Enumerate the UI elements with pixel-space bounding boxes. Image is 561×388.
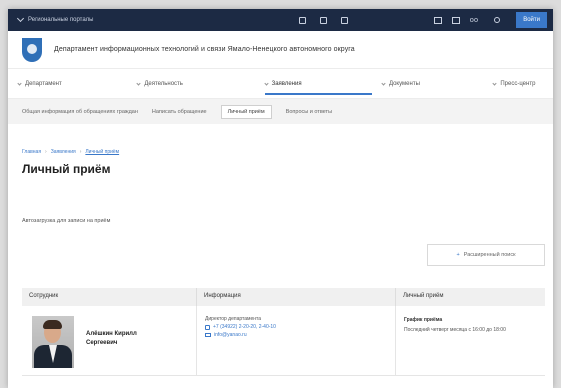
nav-label: Документы <box>388 80 420 87</box>
reception-title: График приёма <box>404 317 443 323</box>
nav-item-applications[interactable]: Заявления <box>263 69 373 99</box>
advanced-search-label: Расширенный поиск <box>463 252 516 258</box>
nav-label: Заявления <box>271 80 302 87</box>
nav-label: Деятельность <box>144 80 183 87</box>
employee-name-line: Сергеевич <box>86 340 118 346</box>
staff-table: Сотрудник Информация Личный приём Алёшки… <box>22 288 545 376</box>
phone-text: +7 (34922) 2-20-20, 2-40-10 <box>213 324 276 330</box>
chevron-down-icon <box>381 81 386 86</box>
chevron-down-icon <box>16 14 25 23</box>
info-cell: Директор департамента +7 (34922) 2-20-20… <box>197 306 396 375</box>
subnav-item-faq[interactable]: Вопросы и ответы <box>286 109 332 115</box>
chevron-down-icon <box>492 81 497 86</box>
search-button[interactable] <box>488 12 506 28</box>
subnav-item-personal-reception[interactable]: Личный приём <box>220 104 272 119</box>
department-title[interactable]: Департамент информационных технологий и … <box>54 46 355 53</box>
column-header-info: Информация <box>197 288 396 306</box>
site-header: Департамент информационных технологий и … <box>8 31 553 69</box>
employee-name[interactable]: Алёшкин Кирилл Сергеевич <box>86 330 137 348</box>
photo-hair <box>43 320 62 329</box>
table-header: Сотрудник Информация Личный приём <box>22 288 545 306</box>
breadcrumb-home[interactable]: Главная <box>22 149 41 155</box>
top-bar: Региональные порталы oo Войти <box>8 9 553 31</box>
chevron-down-icon <box>17 81 22 86</box>
advanced-search-button[interactable]: + Расширенный поиск <box>427 244 545 266</box>
login-button[interactable]: Войти <box>516 12 547 28</box>
reception-schedule: Последний четверг месяца с 16:00 до 18:0… <box>404 327 506 333</box>
breadcrumb: Главная › Заявления › Личный приём <box>22 149 119 155</box>
breadcrumb-separator: › <box>45 149 47 155</box>
nav-item-department[interactable]: Департамент <box>17 69 137 99</box>
subnav-item-general-info[interactable]: Общая информация об обращениях граждан <box>22 109 138 115</box>
nav-item-press-center[interactable]: Пресс-центр <box>492 69 553 99</box>
table-row: Алёшкин Кирилл Сергеевич Директор департ… <box>22 306 545 376</box>
ok-icon[interactable] <box>320 16 328 24</box>
breadcrumb-separator: › <box>79 149 82 155</box>
top-bar-actions: oo Войти <box>433 12 547 28</box>
plus-icon: + <box>456 252 460 258</box>
vk-icon[interactable] <box>299 16 307 24</box>
employee-cell: Алёшкин Кирилл Сергеевич <box>22 306 197 375</box>
calendar-icon[interactable] <box>451 16 460 24</box>
accessibility-icon[interactable]: oo <box>470 16 479 24</box>
search-icon <box>494 17 501 23</box>
employee-phone[interactable]: +7 (34922) 2-20-20, 2-40-10 <box>205 323 387 331</box>
region-portals-menu[interactable]: Региональные порталы <box>16 14 94 23</box>
phone-icon <box>205 324 210 330</box>
employee-photo <box>32 316 74 368</box>
sub-nav: Общая информация об обращениях граждан Н… <box>8 99 553 124</box>
breadcrumb-current[interactable]: Личный приём <box>85 149 119 155</box>
nav-item-documents[interactable]: Документы <box>381 69 493 99</box>
nav-item-activity[interactable]: Деятельность <box>136 69 264 99</box>
page-title: Личный приём <box>22 162 111 176</box>
region-portals-label: Региональные порталы <box>28 17 94 23</box>
mail-icon <box>205 333 211 337</box>
page: Региональные порталы oo Войти Департамен… <box>8 9 553 388</box>
breadcrumb-section[interactable]: Заявления <box>51 149 76 155</box>
subnav-item-write-appeal[interactable]: Написать обращение <box>152 109 207 115</box>
autoload-text: Автозагрузка для записи на приём <box>22 218 111 224</box>
employee-name-line: Алёшкин Кирилл <box>86 331 137 337</box>
column-header-reception: Личный приём <box>403 293 444 299</box>
emblem-logo[interactable] <box>22 37 42 62</box>
employee-role: Директор департамента <box>205 316 262 322</box>
nav-label: Департамент <box>25 80 62 87</box>
email-text: info@yanao.ru <box>214 332 247 338</box>
reception-cell: График приёма Последний четверг месяца с… <box>396 306 545 375</box>
column-header-employee: Сотрудник <box>22 288 197 306</box>
login-label: Войти <box>523 17 540 23</box>
employee-email[interactable]: info@yanao.ru <box>205 331 387 339</box>
sitemap-icon[interactable] <box>433 16 442 24</box>
nav-label: Пресс-центр <box>500 80 536 87</box>
chevron-down-icon <box>136 81 141 86</box>
chevron-down-icon <box>263 81 269 86</box>
top-bar-icons <box>299 16 349 24</box>
telegram-icon[interactable] <box>341 16 349 24</box>
main-nav: Департамент Деятельность Заявления Докум… <box>8 69 553 99</box>
